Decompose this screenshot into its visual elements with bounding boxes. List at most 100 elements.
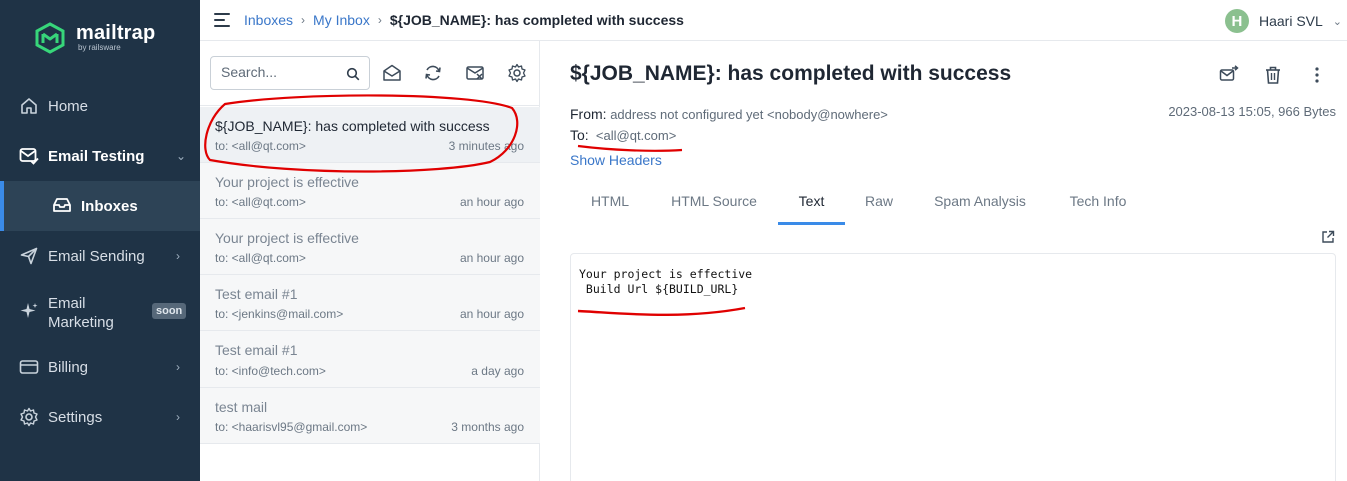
list-item[interactable]: test mail to: <haarisvl95@gmail.com> 3 m… — [200, 388, 540, 444]
clear-inbox-icon[interactable] — [465, 63, 485, 83]
sidebar-item-label: Billing — [48, 358, 89, 376]
search-icon[interactable] — [346, 67, 360, 81]
avatar: H — [1224, 9, 1249, 33]
message-detail: ${JOB_NAME}: has completed with success … — [541, 41, 1347, 481]
message-body-text: Your project is effective Build Url ${BU… — [579, 267, 752, 297]
tab-html-source[interactable]: HTML Source — [650, 185, 778, 225]
sidebar-item-label: Home — [48, 97, 89, 115]
card-icon — [19, 357, 39, 377]
body-line-2: Build Url ${BUILD_URL} — [579, 282, 739, 296]
email-testing-icon — [19, 146, 39, 166]
marketing-label-line2: Marketing — [48, 314, 114, 331]
mark-read-icon[interactable] — [382, 63, 402, 83]
message-subject: test mail — [215, 399, 268, 415]
sidebar-item-email-sending[interactable]: Email Sending › — [0, 246, 200, 266]
from-value: address not configured yet <nobody@nowhe… — [610, 107, 888, 122]
search-box[interactable] — [210, 56, 370, 90]
sidebar: mailtrap by railsware Home Email Testing… — [0, 0, 200, 481]
tab-spam-analysis[interactable]: Spam Analysis — [913, 185, 1047, 225]
message-subject: Test email #1 — [215, 286, 298, 302]
sidebar-item-label: Settings — [48, 408, 103, 426]
message-recipient: to: <all@qt.com> — [215, 195, 306, 209]
message-time: 3 months ago — [451, 420, 524, 434]
message-title: ${JOB_NAME}: has completed with success — [570, 62, 1012, 85]
message-subject: Test email #1 — [215, 342, 298, 358]
breadcrumb-my-inbox[interactable]: My Inbox — [313, 12, 370, 28]
to-value: <all@qt.com> — [595, 128, 677, 143]
sidebar-item-email-testing[interactable]: Email Testing ⌄ — [0, 146, 200, 166]
chevron-right-icon: › — [176, 410, 180, 424]
message-body: Your project is effective Build Url ${BU… — [570, 253, 1336, 481]
mailtrap-logo[interactable]: mailtrap by railsware — [34, 22, 155, 54]
view-tabs: HTML HTML Source Text Raw Spam Analysis … — [570, 185, 1149, 225]
body-line-1: Your project is effective — [579, 267, 753, 281]
list-item[interactable]: Your project is effective to: <all@qt.co… — [200, 219, 540, 275]
message-recipient: to: <all@qt.com> — [215, 139, 306, 153]
sidebar-item-home[interactable]: Home — [0, 96, 200, 116]
list-item[interactable]: Your project is effective to: <all@qt.co… — [200, 163, 540, 219]
chevron-right-icon: › — [176, 249, 180, 263]
tab-text[interactable]: Text — [778, 185, 845, 225]
list-toolbar — [200, 41, 540, 106]
breadcrumb: Inboxes › My Inbox › ${JOB_NAME}: has co… — [244, 12, 684, 28]
refresh-icon[interactable] — [423, 63, 443, 83]
more-options-icon[interactable] — [1307, 65, 1327, 85]
send-icon — [19, 246, 39, 266]
breadcrumb-separator-icon: › — [377, 13, 382, 27]
message-time: an hour ago — [459, 307, 524, 321]
breadcrumb-current: ${JOB_NAME}: has completed with success — [389, 12, 684, 28]
marketing-label-line1: Email — [48, 295, 86, 312]
message-actions — [1219, 65, 1327, 85]
sidebar-item-label: Inboxes — [81, 198, 138, 215]
to-label: To: — [570, 127, 589, 143]
open-external-icon[interactable] — [1321, 230, 1335, 244]
tab-html[interactable]: HTML — [570, 185, 650, 225]
sparkle-icon — [0, 301, 40, 321]
chevron-down-icon: ⌄ — [1332, 15, 1342, 28]
sidebar-item-label: Email Sending — [48, 247, 145, 265]
message-meta: From: address not configured yet <nobody… — [570, 104, 888, 146]
list-item[interactable]: ${JOB_NAME}: has completed with success … — [200, 107, 540, 163]
top-bar: Inboxes › My Inbox › ${JOB_NAME}: has co… — [200, 0, 1347, 41]
sidebar-item-billing[interactable]: Billing › — [0, 357, 200, 377]
user-name: Haari SVL — [1258, 13, 1323, 29]
message-recipient: to: <info@tech.com> — [215, 364, 326, 378]
message-time: an hour ago — [459, 195, 524, 209]
inbox-icon — [52, 196, 72, 216]
trash-icon[interactable] — [1263, 65, 1283, 85]
brand-name: mailtrap — [76, 22, 156, 44]
sidebar-item-inboxes[interactable]: Inboxes — [0, 181, 200, 231]
message-list-panel: ${JOB_NAME}: has completed with success … — [200, 41, 540, 481]
gear-icon — [19, 407, 39, 427]
list-item[interactable]: Test email #1 to: <info@tech.com> a day … — [200, 331, 540, 388]
message-subject: Your project is effective — [215, 174, 359, 190]
user-menu[interactable]: H Haari SVL ⌄ — [1224, 9, 1342, 33]
forward-icon[interactable] — [1219, 65, 1239, 85]
sidebar-item-settings[interactable]: Settings › — [0, 407, 200, 427]
sidebar-item-label: Email Testing — [48, 147, 145, 165]
message-recipient: to: <all@qt.com> — [215, 251, 306, 265]
message-time: a day ago — [471, 364, 524, 378]
settings-gear-icon[interactable] — [507, 63, 527, 83]
message-recipient: to: <jenkins@mail.com> — [215, 307, 344, 321]
message-recipient: to: <haarisvl95@gmail.com> — [215, 420, 368, 434]
soon-badge: soon — [152, 303, 187, 319]
message-subject: Your project is effective — [215, 230, 359, 246]
brand-sub: by railsware — [78, 43, 121, 52]
from-label: From: — [570, 106, 607, 122]
chevron-right-icon: › — [176, 360, 180, 374]
message-subject: ${JOB_NAME}: has completed with success — [215, 118, 490, 134]
sidebar-item-label: Email Marketing — [48, 294, 114, 332]
search-input[interactable] — [221, 64, 341, 80]
tab-raw[interactable]: Raw — [845, 185, 913, 225]
menu-icon[interactable] — [214, 13, 230, 27]
message-time: 3 minutes ago — [448, 139, 524, 153]
message-time: an hour ago — [459, 251, 524, 265]
tab-tech-info[interactable]: Tech Info — [1047, 185, 1149, 225]
list-item[interactable]: Test email #1 to: <jenkins@mail.com> an … — [200, 275, 540, 331]
breadcrumb-inboxes[interactable]: Inboxes — [244, 12, 293, 28]
home-icon — [19, 96, 39, 116]
chevron-down-icon: ⌄ — [176, 149, 187, 163]
date-size: 2023-08-13 15:05, 966 Bytes — [1168, 104, 1336, 119]
show-headers-link[interactable]: Show Headers — [570, 152, 662, 168]
